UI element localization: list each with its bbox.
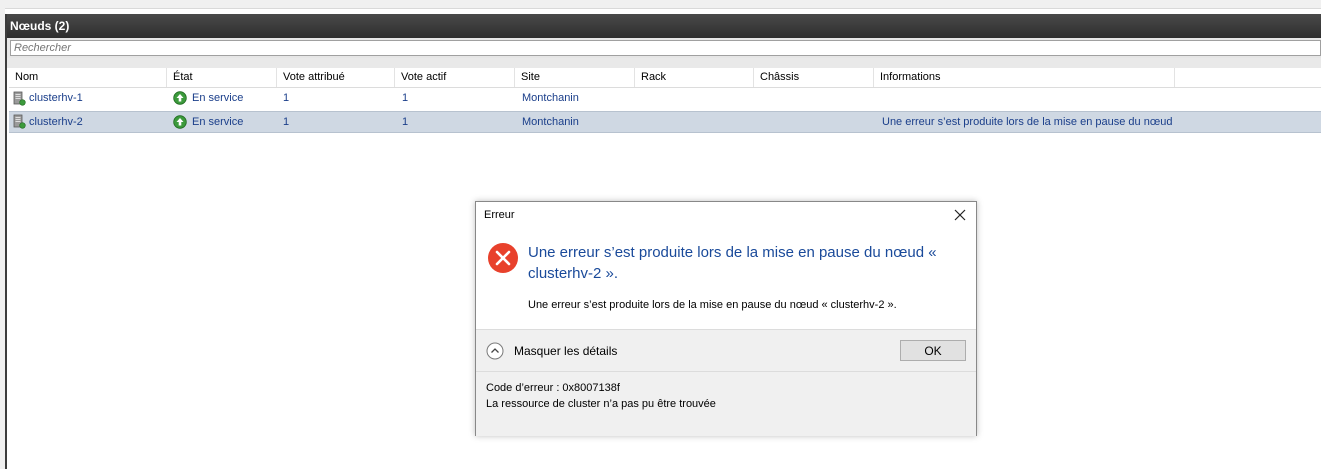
- error-x-icon: [488, 243, 518, 273]
- column-header-chassis[interactable]: Châssis: [754, 68, 874, 87]
- dialog-title: Erreur: [484, 209, 515, 221]
- toolbar-gap: [7, 58, 1321, 68]
- close-icon[interactable]: [952, 207, 968, 223]
- node-name: clusterhv-1: [29, 92, 83, 104]
- column-header-site[interactable]: Site: [515, 68, 635, 87]
- column-header-vote-assigned[interactable]: Vote attribué: [277, 68, 395, 87]
- node-info: Une erreur s’est produite lors de la mis…: [882, 116, 1173, 128]
- server-node-icon: [13, 114, 26, 129]
- dialog-footer: Masquer les détails OK Code d’erreur : 0…: [476, 329, 976, 436]
- column-header-name[interactable]: Nom: [9, 68, 167, 87]
- node-vote-assigned: 1: [283, 92, 290, 104]
- error-code: Code d’erreur : 0x8007138f: [486, 382, 620, 394]
- node-site: Montchanin: [522, 92, 579, 104]
- node-site: Montchanin: [522, 116, 579, 128]
- search-input[interactable]: [10, 40, 1321, 56]
- status-up-arrow-icon: [173, 91, 187, 105]
- status-up-arrow-icon: [173, 115, 187, 129]
- column-header-state[interactable]: État: [167, 68, 277, 87]
- panel-title: Nœuds (2): [7, 14, 1321, 38]
- error-dialog: Erreur Une erreur s’est produite lors de…: [475, 201, 977, 436]
- node-name: clusterhv-2: [29, 116, 83, 128]
- column-header-info[interactable]: Informations: [874, 68, 1175, 87]
- ok-button[interactable]: OK: [900, 340, 966, 361]
- table-row[interactable]: clusterhv-2 En service 1 1 Montchanin Un…: [9, 111, 1321, 133]
- left-divider: [5, 14, 7, 469]
- dialog-main-instruction: Une erreur s’est produite lors de la mis…: [528, 244, 937, 282]
- node-vote-assigned: 1: [283, 116, 290, 128]
- chevron-up-icon: [486, 342, 504, 360]
- window-top-strip: [0, 0, 1321, 9]
- column-header-rack[interactable]: Rack: [635, 68, 754, 87]
- column-header-row: Nom État Vote attribué Vote actif Site R…: [9, 68, 1321, 88]
- node-state: En service: [192, 116, 244, 128]
- error-message: La ressource de cluster n’a pas pu être …: [486, 398, 716, 410]
- column-header-vote-active[interactable]: Vote actif: [395, 68, 515, 87]
- details-separator: [476, 371, 976, 372]
- server-node-icon: [13, 91, 26, 106]
- dialog-content: Une erreur s’est produite lors de la mis…: [528, 299, 897, 311]
- node-vote-active: 1: [402, 116, 409, 128]
- node-vote-active: 1: [402, 92, 409, 104]
- details-toggle-label: Masquer les détails: [514, 344, 618, 358]
- search-bar: [7, 38, 1321, 58]
- node-state: En service: [192, 92, 244, 104]
- table-row[interactable]: clusterhv-1 En service 1 1 Montchanin: [9, 88, 1321, 109]
